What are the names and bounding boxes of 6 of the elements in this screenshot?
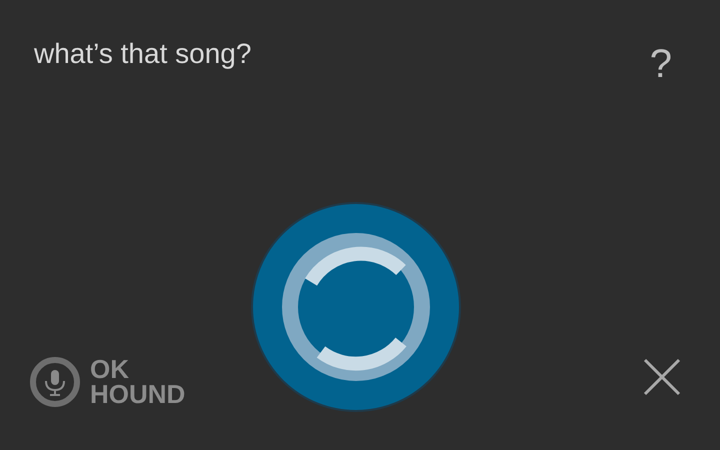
help-button[interactable]: ? bbox=[650, 42, 672, 86]
spinner-icon bbox=[281, 232, 431, 382]
prompt-text: what’s that song? bbox=[34, 37, 252, 71]
microphone-icon[interactable] bbox=[30, 357, 80, 407]
close-button[interactable] bbox=[642, 357, 682, 397]
ok-hound-logo: OK HOUND bbox=[90, 357, 186, 407]
